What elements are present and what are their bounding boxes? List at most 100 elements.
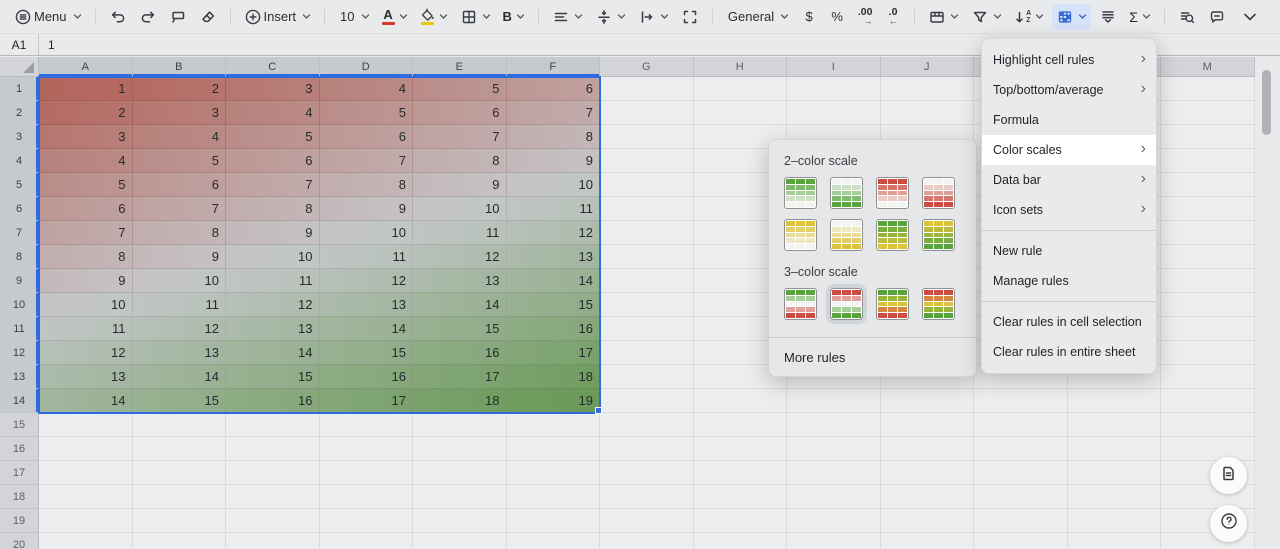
cell-M9[interactable]	[1161, 269, 1255, 293]
cell-M12[interactable]	[1161, 341, 1255, 365]
cell-K17[interactable]	[974, 461, 1068, 485]
cell-M7[interactable]	[1161, 221, 1255, 245]
cell-E15[interactable]	[413, 413, 507, 437]
cell-D7[interactable]: 10	[320, 221, 414, 245]
document-panel-button[interactable]	[1210, 457, 1247, 494]
cell-D3[interactable]: 6	[320, 125, 414, 149]
cell-J20[interactable]	[881, 533, 975, 549]
cell-D9[interactable]: 12	[320, 269, 414, 293]
color-scale-swatch-green-white[interactable]	[784, 177, 817, 209]
cell-F20[interactable]	[507, 533, 601, 549]
cell-E14[interactable]: 18	[413, 389, 507, 413]
cell-I20[interactable]	[787, 533, 881, 549]
cell-I17[interactable]	[787, 461, 881, 485]
row-header-12[interactable]: 12	[0, 341, 39, 365]
cell-G12[interactable]	[600, 341, 694, 365]
fill-color-button[interactable]	[416, 4, 452, 30]
cell-L19[interactable]	[1068, 509, 1162, 533]
sort-button[interactable]: AZ	[1010, 4, 1048, 30]
cell-F9[interactable]: 14	[507, 269, 601, 293]
cell-B3[interactable]: 4	[133, 125, 227, 149]
cell-B9[interactable]: 10	[133, 269, 227, 293]
cell-B12[interactable]: 13	[133, 341, 227, 365]
menu-item-color-scales[interactable]: Color scales›	[982, 135, 1156, 165]
insert-button[interactable]: Insert	[240, 4, 316, 30]
help-button[interactable]	[1210, 505, 1247, 542]
cell-H1[interactable]	[694, 77, 788, 101]
cell-D18[interactable]	[320, 485, 414, 509]
decrease-decimal-button[interactable]: .0 ←	[881, 4, 905, 30]
cell-A13[interactable]: 13	[39, 365, 133, 389]
cell-J18[interactable]	[881, 485, 975, 509]
cell-F15[interactable]	[507, 413, 601, 437]
text-color-button[interactable]: A	[378, 4, 412, 30]
cell-B6[interactable]: 7	[133, 197, 227, 221]
cell-J17[interactable]	[881, 461, 975, 485]
cell-A12[interactable]: 12	[39, 341, 133, 365]
cell-H17[interactable]	[694, 461, 788, 485]
cell-B13[interactable]: 14	[133, 365, 227, 389]
cell-G19[interactable]	[600, 509, 694, 533]
cell-G20[interactable]	[600, 533, 694, 549]
cell-D19[interactable]	[320, 509, 414, 533]
freeze-panes-button[interactable]	[924, 4, 963, 30]
text-direction-button[interactable]	[634, 4, 673, 30]
cell-I15[interactable]	[787, 413, 881, 437]
column-header-E[interactable]: E	[413, 57, 507, 77]
color-scale-swatch-green-yellow-red[interactable]	[876, 288, 909, 320]
increase-decimal-button[interactable]: .00 →	[853, 4, 877, 30]
cell-M2[interactable]	[1161, 101, 1255, 125]
cell-A1[interactable]: 1	[39, 77, 133, 101]
color-scale-swatch-red-white-green[interactable]	[830, 288, 863, 320]
comment-button[interactable]	[1204, 4, 1230, 30]
cell-J19[interactable]	[881, 509, 975, 533]
cell-B7[interactable]: 8	[133, 221, 227, 245]
row-header-17[interactable]: 17	[0, 461, 39, 485]
row-header-4[interactable]: 4	[0, 149, 39, 173]
cell-E16[interactable]	[413, 437, 507, 461]
cell-F5[interactable]: 10	[507, 173, 601, 197]
cell-F12[interactable]: 17	[507, 341, 601, 365]
merge-cells-button[interactable]	[677, 4, 703, 30]
color-scale-swatch-white-red[interactable]	[922, 177, 955, 209]
cell-C20[interactable]	[226, 533, 320, 549]
cell-J16[interactable]	[881, 437, 975, 461]
cell-reference-box[interactable]: A1	[0, 34, 39, 55]
cell-D2[interactable]: 5	[320, 101, 414, 125]
cell-D12[interactable]: 15	[320, 341, 414, 365]
row-grouping-button[interactable]	[1095, 4, 1121, 30]
cell-L15[interactable]	[1068, 413, 1162, 437]
cell-E18[interactable]	[413, 485, 507, 509]
font-size-dropdown[interactable]: 10	[334, 4, 373, 30]
cell-G9[interactable]	[600, 269, 694, 293]
cell-G16[interactable]	[600, 437, 694, 461]
cell-A4[interactable]: 4	[39, 149, 133, 173]
cell-A15[interactable]	[39, 413, 133, 437]
cell-H20[interactable]	[694, 533, 788, 549]
cell-C11[interactable]: 13	[226, 317, 320, 341]
cell-B1[interactable]: 2	[133, 77, 227, 101]
cell-E17[interactable]	[413, 461, 507, 485]
cell-G1[interactable]	[600, 77, 694, 101]
cell-D20[interactable]	[320, 533, 414, 549]
cell-F18[interactable]	[507, 485, 601, 509]
eraser-button[interactable]	[195, 4, 221, 30]
cell-C7[interactable]: 9	[226, 221, 320, 245]
row-header-7[interactable]: 7	[0, 221, 39, 245]
percent-format-button[interactable]: %	[825, 4, 849, 30]
row-header-3[interactable]: 3	[0, 125, 39, 149]
cell-H15[interactable]	[694, 413, 788, 437]
cell-A11[interactable]: 11	[39, 317, 133, 341]
cell-A3[interactable]: 3	[39, 125, 133, 149]
cell-D17[interactable]	[320, 461, 414, 485]
cell-E8[interactable]: 12	[413, 245, 507, 269]
row-header-5[interactable]: 5	[0, 173, 39, 197]
cell-M15[interactable]	[1161, 413, 1255, 437]
row-header-10[interactable]: 10	[0, 293, 39, 317]
cell-K20[interactable]	[974, 533, 1068, 549]
cell-M6[interactable]	[1161, 197, 1255, 221]
cell-A10[interactable]: 10	[39, 293, 133, 317]
cell-E19[interactable]	[413, 509, 507, 533]
cell-G4[interactable]	[600, 149, 694, 173]
cell-G10[interactable]	[600, 293, 694, 317]
